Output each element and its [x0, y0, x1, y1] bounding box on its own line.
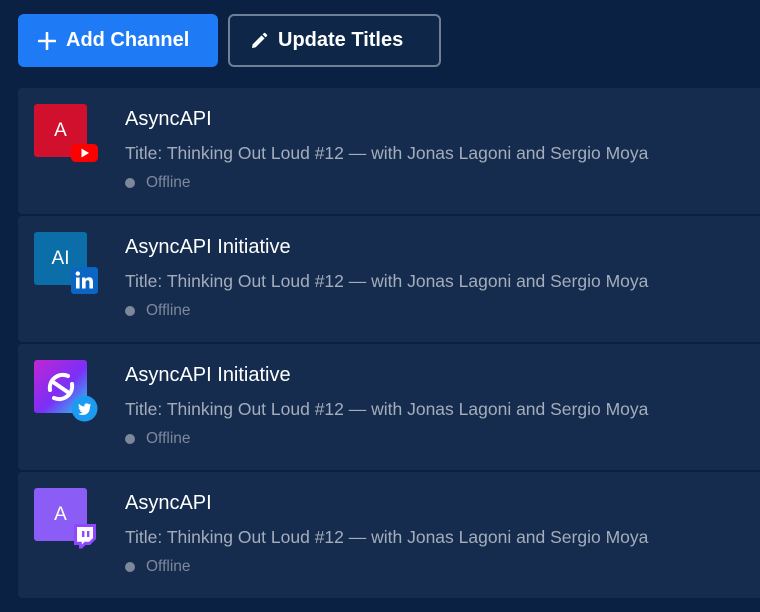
status-dot-icon — [125, 306, 135, 316]
twitter-icon — [71, 395, 98, 422]
channel-row[interactable]: A AsyncAPI Title: Thinking Out Loud #12 … — [18, 472, 760, 598]
status-indicator: Offline — [125, 430, 191, 448]
channel-row[interactable]: AI AsyncAPI Initiative Title: Thinking O… — [18, 216, 760, 342]
status-label: Offline — [146, 558, 191, 575]
status-indicator: Offline — [125, 302, 191, 320]
status-label: Offline — [146, 302, 191, 319]
status-indicator: Offline — [125, 558, 191, 576]
channel-name: AsyncAPI — [125, 108, 212, 130]
channel-stream-title: Title: Thinking Out Loud #12 — with Jona… — [125, 399, 649, 419]
update-titles-label: Update Titles — [278, 29, 404, 51]
avatar-initials: AI — [51, 247, 70, 269]
youtube-icon — [71, 139, 98, 166]
status-label: Offline — [146, 430, 191, 447]
status-dot-icon — [125, 562, 135, 572]
add-channel-button[interactable]: Add Channel — [18, 14, 218, 67]
channel-stream-title: Title: Thinking Out Loud #12 — with Jona… — [125, 271, 649, 291]
pencil-icon — [250, 32, 268, 50]
avatar-initials: A — [54, 503, 67, 525]
channel-name: AsyncAPI Initiative — [125, 236, 291, 258]
channel-row[interactable]: AsyncAPI Initiative Title: Thinking Out … — [18, 344, 760, 470]
update-titles-button[interactable]: Update Titles — [228, 14, 441, 67]
status-indicator: Offline — [125, 174, 191, 192]
channel-list: A AsyncAPI Title: Thinking Out Loud #12 … — [18, 88, 760, 600]
channel-stream-title: Title: Thinking Out Loud #12 — with Jona… — [125, 527, 649, 547]
twitch-icon — [71, 523, 98, 550]
plus-icon — [38, 31, 56, 50]
linkedin-icon — [71, 267, 98, 294]
channel-row[interactable]: A AsyncAPI Title: Thinking Out Loud #12 … — [18, 88, 760, 214]
channel-stream-title: Title: Thinking Out Loud #12 — with Jona… — [125, 143, 649, 163]
avatar-initials: A — [54, 119, 67, 141]
status-label: Offline — [146, 174, 191, 191]
channel-name: AsyncAPI Initiative — [125, 364, 291, 386]
add-channel-label: Add Channel — [66, 29, 190, 51]
channel-name: AsyncAPI — [125, 492, 212, 514]
status-dot-icon — [125, 178, 135, 188]
toolbar: Add Channel Update Titles — [18, 14, 441, 67]
status-dot-icon — [125, 434, 135, 444]
